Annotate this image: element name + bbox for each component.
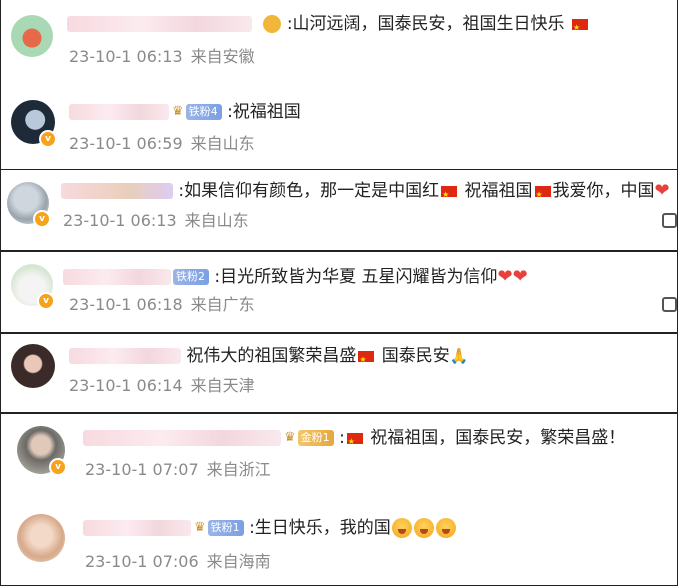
comment-meta: 23-10-1 06:18 来自广东 xyxy=(69,295,263,315)
cheering-face-icon xyxy=(435,518,456,538)
comment-line: :如果信仰有颜色，那一定是中国红 祝福祖国我爱你，中国❤ xyxy=(61,179,670,207)
comment-location: 来自海南 xyxy=(206,552,271,571)
comment-date: 23-10-1 06:13 xyxy=(69,47,183,66)
comment-line: ♛金粉1 : 祝福祖国，国泰民安，繁荣昌盛！ xyxy=(83,426,626,454)
comment-location: 来自广东 xyxy=(190,295,255,314)
username[interactable] xyxy=(69,104,169,120)
comment-text-c: 我爱你，中国 xyxy=(552,181,655,201)
crown-icon: ♛ xyxy=(194,520,206,535)
fan-badge: 铁粉2 xyxy=(173,269,209,285)
praying-hands-icon: 🙏 xyxy=(449,347,469,365)
comment-meta: 23-10-1 07:06 来自海南 xyxy=(85,552,279,572)
comment-date: 23-10-1 06:14 xyxy=(69,376,183,395)
comment-line: :山河远阔，国泰民安，祖国生日快乐 xyxy=(67,12,590,40)
username[interactable] xyxy=(61,183,173,199)
fan-badge: 金粉1 xyxy=(297,430,334,446)
china-flag-icon xyxy=(441,183,458,207)
reply-icon[interactable] xyxy=(662,213,677,228)
comment-meta: 23-10-1 07:07 来自浙江 xyxy=(85,460,279,480)
comment-meta: 23-10-1 06:13 来自安徽 xyxy=(69,47,263,67)
comment-text-b: 国泰民安 xyxy=(376,346,450,366)
red-heart-icon: ❤ xyxy=(512,266,528,287)
comment-text: :目光所致皆为华夏 五星闪耀皆为信仰 xyxy=(214,267,498,287)
comment-text: :山河远阔，国泰民安，祖国生日快乐 xyxy=(286,14,565,34)
comment-date: 23-10-1 07:07 xyxy=(85,460,199,479)
comment-location: 来自浙江 xyxy=(206,460,271,479)
avatar[interactable] xyxy=(11,15,53,57)
username[interactable] xyxy=(83,520,191,536)
comment-item: v ♛金粉1 : 祝福祖国，国泰民安，繁荣昌盛！ 23-10-1 07:07 来自… xyxy=(1,414,677,500)
fan-badge: 铁粉1 xyxy=(207,520,244,536)
comment-location: 来自天津 xyxy=(190,376,255,395)
comment-location: 来自山东 xyxy=(190,134,255,153)
china-flag-icon xyxy=(571,16,588,40)
china-flag-icon xyxy=(346,430,363,454)
comment-text-b: 祝福祖国 xyxy=(459,181,533,201)
comment-panel-3: v 铁粉2 :目光所致皆为华夏 五星闪耀皆为信仰❤❤ 23-10-1 06:18… xyxy=(0,251,678,333)
verified-badge-icon: v xyxy=(37,292,55,310)
crown-icon: ♛ xyxy=(172,104,184,119)
fan-badge: 铁粉4 xyxy=(185,104,222,120)
china-flag-icon xyxy=(534,183,551,207)
comment-line: 铁粉2 :目光所致皆为华夏 五星闪耀皆为信仰❤❤ xyxy=(63,265,528,289)
comment-date: 23-10-1 06:59 xyxy=(69,134,183,153)
comment-line: ♛ 铁粉1 :生日快乐，我的国 xyxy=(83,516,457,540)
comment-text-a: 祝伟大的祖国繁荣昌盛 xyxy=(186,346,357,366)
username[interactable] xyxy=(67,16,252,32)
avatar[interactable] xyxy=(11,344,55,388)
username[interactable] xyxy=(69,348,181,364)
comment-panel-5: v ♛金粉1 : 祝福祖国，国泰民安，繁荣昌盛！ 23-10-1 07:07来自… xyxy=(0,413,678,586)
comment-text: 祝福祖国，国泰民安，繁荣昌盛！ xyxy=(364,428,626,448)
comment-item: :山河远阔，国泰民安，祖国生日快乐 23-10-1 06:13 来自安徽 xyxy=(1,0,677,80)
comment-location: 来自山东 xyxy=(184,211,249,230)
crown-icon: ♛ xyxy=(284,430,296,445)
comment-colon: : xyxy=(339,428,345,448)
user-emoji-icon xyxy=(263,15,282,33)
comment-line: 祝伟大的祖国繁荣昌盛 国泰民安🙏 xyxy=(69,344,469,372)
comment-meta: 23-10-1 06:13 来自山东 xyxy=(63,211,257,231)
comment-item: v ♛ 铁粉4 :祝福祖国 23-10-1 06:59 来自山东 xyxy=(1,86,677,166)
verified-badge-icon: v xyxy=(33,210,51,228)
username[interactable] xyxy=(83,430,281,446)
red-heart-icon: ❤ xyxy=(497,266,513,287)
comment-date: 23-10-1 06:18 xyxy=(69,295,183,314)
comment-date: 23-10-1 06:13 xyxy=(63,211,177,230)
comment-text-a: :如果信仰有颜色，那一定是中国红 xyxy=(178,181,440,201)
comment-date: 23-10-1 07:06 xyxy=(85,552,199,571)
comment-line: ♛ 铁粉4 :祝福祖国 xyxy=(69,100,301,124)
china-flag-icon xyxy=(358,348,375,372)
avatar[interactable] xyxy=(17,514,65,562)
cheering-face-icon xyxy=(391,518,412,538)
cheering-face-icon xyxy=(413,518,434,538)
comment-location: 来自安徽 xyxy=(190,47,255,66)
verified-badge-icon: v xyxy=(39,130,57,148)
username[interactable] xyxy=(63,269,171,285)
comment-panel-1: :山河远阔，国泰民安，祖国生日快乐 23-10-1 06:13 来自安徽 v ♛铁… xyxy=(0,0,678,170)
comment-text: :生日快乐，我的国 xyxy=(249,518,391,538)
comment-text: :祝福祖国 xyxy=(227,102,301,122)
reply-icon[interactable] xyxy=(662,297,677,312)
red-heart-icon: ❤ xyxy=(654,180,670,201)
comment-panel-2: v :如果信仰有颜色，那一定是中国红 祝福祖国我爱你，中国❤ 23-10-1 0… xyxy=(0,169,678,251)
comment-item: ♛ 铁粉1 :生日快乐，我的国 23-10-1 07:06 来自海南 xyxy=(1,504,677,586)
verified-badge-icon: v xyxy=(49,458,67,476)
comment-meta: 23-10-1 06:59 来自山东 xyxy=(69,134,263,154)
comment-panel-4: 祝伟大的祖国繁荣昌盛 国泰民安🙏 23-10-1 06:14 来自天津 xyxy=(0,333,678,413)
comment-meta: 23-10-1 06:14 来自天津 xyxy=(69,376,263,396)
